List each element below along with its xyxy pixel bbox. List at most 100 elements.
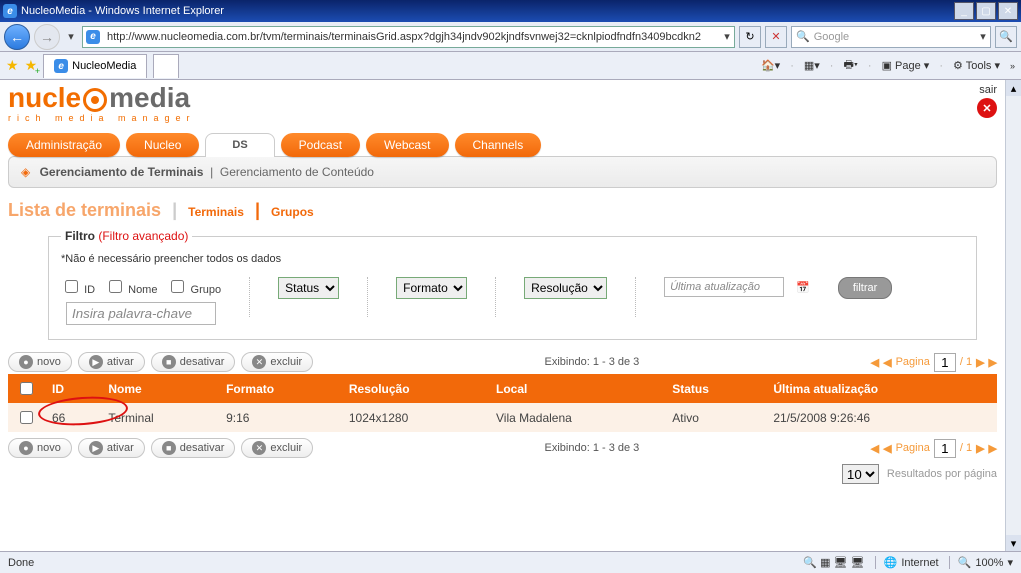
pager-next-b[interactable]: ▶ bbox=[976, 442, 984, 455]
subtab-terminais[interactable]: Terminais bbox=[188, 205, 244, 219]
brand-tagline: rich media manager bbox=[8, 114, 196, 123]
results-per-page-select[interactable]: 10 bbox=[842, 464, 879, 484]
showing-text: Exibindo: 1 - 3 de 3 bbox=[545, 356, 640, 368]
pager-prev-b[interactable]: ◀ bbox=[883, 442, 891, 455]
search-box[interactable]: 🔍 Google ▾ bbox=[791, 26, 991, 48]
col-ultima[interactable]: Última atualização bbox=[765, 374, 997, 403]
col-nome[interactable]: Nome bbox=[100, 374, 218, 403]
minimize-button[interactable]: _ bbox=[954, 2, 974, 20]
tab-nucleo[interactable]: Nucleo bbox=[126, 133, 199, 157]
tools-menu[interactable]: ⚙ Tools ▾ bbox=[953, 59, 1000, 72]
window-titlebar: e NucleoMedia - Windows Internet Explore… bbox=[0, 0, 1021, 22]
favorites-icon[interactable]: ★ bbox=[6, 57, 19, 74]
tab-ds[interactable]: DS bbox=[205, 133, 274, 157]
ativar-button-bottom[interactable]: ▶ativar bbox=[78, 438, 145, 458]
search-dropdown[interactable]: ▾ bbox=[976, 30, 990, 43]
pager-prev[interactable]: ◀ bbox=[883, 356, 891, 369]
site-favicon: e bbox=[86, 30, 100, 44]
search-go-button[interactable]: 🔍 bbox=[995, 26, 1017, 48]
col-formato[interactable]: Formato bbox=[218, 374, 341, 403]
col-local[interactable]: Local bbox=[488, 374, 664, 403]
globe-icon bbox=[83, 88, 107, 112]
filter-panel: Filtro (Filtro avançado) *Não é necessár… bbox=[48, 229, 977, 340]
desativar-button[interactable]: ■desativar bbox=[151, 352, 236, 372]
subtab-grupos[interactable]: Grupos bbox=[271, 205, 314, 219]
browser-statusbar: Done 🔍 ▦ 🖥 🖥 🌐 Internet 🔍 100% ▾ bbox=[0, 551, 1021, 573]
keyword-input[interactable] bbox=[66, 302, 216, 325]
excluir-button-bottom[interactable]: ✕excluir bbox=[241, 438, 313, 458]
url-dropdown[interactable]: ▾ bbox=[720, 30, 734, 43]
search-provider-icon: 🔍 bbox=[792, 30, 814, 43]
status-icons: 🔍 ▦ 🖥 🖥 bbox=[803, 556, 864, 569]
close-window-button[interactable]: ✕ bbox=[998, 2, 1018, 20]
chk-id[interactable]: ID bbox=[61, 277, 95, 296]
url-text: http://www.nucleomedia.com.br/tvm/termin… bbox=[103, 31, 720, 43]
browser-tab[interactable]: e NucleoMedia bbox=[43, 54, 147, 78]
back-button[interactable]: ← bbox=[4, 24, 30, 50]
date-input[interactable]: Última atualização bbox=[664, 277, 784, 297]
pager-first-b[interactable]: ◀ bbox=[871, 442, 879, 455]
exit-button[interactable]: ✕ bbox=[977, 98, 997, 118]
pager-top: ◀ ◀ Pagina / 1 ▶ ▶ bbox=[871, 353, 997, 372]
pager-last-b[interactable]: ▶ bbox=[989, 442, 997, 455]
chk-grupo[interactable]: Grupo bbox=[167, 277, 221, 296]
main-tabs: Administração Nucleo DS Podcast Webcast … bbox=[8, 133, 997, 157]
exit-label: sair bbox=[977, 84, 997, 96]
new-tab-button[interactable] bbox=[153, 54, 179, 78]
refresh-button[interactable]: ↻ bbox=[739, 26, 761, 48]
print-icon[interactable]: 🖶▾ bbox=[843, 56, 857, 75]
results-per-page-label: Resultados por página bbox=[887, 468, 997, 480]
row-checkbox[interactable] bbox=[20, 411, 33, 424]
scroll-down-icon[interactable]: ▾ bbox=[1006, 535, 1021, 551]
vertical-scrollbar[interactable]: ▴ ▾ bbox=[1005, 80, 1021, 551]
pager-first[interactable]: ◀ bbox=[871, 356, 879, 369]
rss-icon[interactable]: ▦▾ bbox=[804, 59, 820, 72]
terminals-table: ID Nome Formato Resolução Local Status Ú… bbox=[8, 374, 997, 432]
nav-history-dropdown[interactable]: ▾ bbox=[64, 30, 78, 43]
status-text: Done bbox=[8, 557, 34, 569]
zoom-control[interactable]: 🔍 100% ▾ bbox=[949, 556, 1013, 569]
pager-input-b[interactable] bbox=[934, 439, 956, 458]
pager-input[interactable] bbox=[934, 353, 956, 372]
pager-next[interactable]: ▶ bbox=[976, 356, 984, 369]
browser-toolbar: ★ ★+ e NucleoMedia 🏠▾ · ▦▾ · 🖶▾ · ▣ Page… bbox=[0, 52, 1021, 80]
search-placeholder: Google bbox=[814, 31, 976, 43]
novo-button-bottom[interactable]: ●novo bbox=[8, 438, 72, 458]
advanced-filter-link[interactable]: (Filtro avançado) bbox=[98, 229, 188, 243]
page-menu[interactable]: ▣ Page ▾ bbox=[882, 59, 930, 72]
chk-nome[interactable]: Nome bbox=[105, 277, 157, 296]
excluir-button[interactable]: ✕excluir bbox=[241, 352, 313, 372]
security-zone[interactable]: 🌐 Internet bbox=[875, 556, 939, 569]
col-resolucao[interactable]: Resolução bbox=[341, 374, 488, 403]
subnav-terminais[interactable]: Gerenciamento de Terminais bbox=[40, 165, 204, 179]
col-status[interactable]: Status bbox=[664, 374, 765, 403]
stop-button[interactable]: ✕ bbox=[765, 26, 787, 48]
tab-webcast[interactable]: Webcast bbox=[366, 133, 448, 157]
select-all-checkbox[interactable] bbox=[20, 382, 33, 395]
calendar-icon[interactable]: 📅 bbox=[796, 281, 810, 294]
novo-button[interactable]: ●novo bbox=[8, 352, 72, 372]
page-heading: Lista de terminais | Terminais | Grupos bbox=[8, 200, 997, 221]
col-id[interactable]: ID bbox=[44, 374, 100, 403]
desativar-button-bottom[interactable]: ■desativar bbox=[151, 438, 236, 458]
sub-navigation: ◈ Gerenciamento de Terminais | Gerenciam… bbox=[8, 156, 997, 188]
status-select[interactable]: Status bbox=[278, 277, 339, 299]
maximize-button[interactable]: ▢ bbox=[976, 2, 996, 20]
table-row[interactable]: 66 Terminal 9:16 1024x1280 Vila Madalena… bbox=[8, 403, 997, 432]
tab-channels[interactable]: Channels bbox=[455, 133, 542, 157]
scroll-up-icon[interactable]: ▴ bbox=[1006, 80, 1021, 96]
add-favorite-icon[interactable]: ★+ bbox=[25, 57, 38, 74]
address-bar[interactable]: e http://www.nucleomedia.com.br/tvm/term… bbox=[82, 26, 735, 48]
home-icon[interactable]: 🏠▾ bbox=[761, 59, 780, 72]
pager-last[interactable]: ▶ bbox=[989, 356, 997, 369]
resolucao-select[interactable]: Resolução bbox=[524, 277, 607, 299]
formato-select[interactable]: Formato bbox=[396, 277, 467, 299]
browser-nav: ← → ▾ e http://www.nucleomedia.com.br/tv… bbox=[0, 22, 1021, 52]
toolbar-expand[interactable]: » bbox=[1010, 61, 1015, 71]
filter-button[interactable]: filtrar bbox=[838, 277, 892, 299]
subnav-conteudo[interactable]: Gerenciamento de Conteúdo bbox=[220, 165, 374, 179]
showing-text-bottom: Exibindo: 1 - 3 de 3 bbox=[545, 442, 640, 454]
tab-administracao[interactable]: Administração bbox=[8, 133, 120, 157]
tab-podcast[interactable]: Podcast bbox=[281, 133, 360, 157]
ativar-button[interactable]: ▶ativar bbox=[78, 352, 145, 372]
